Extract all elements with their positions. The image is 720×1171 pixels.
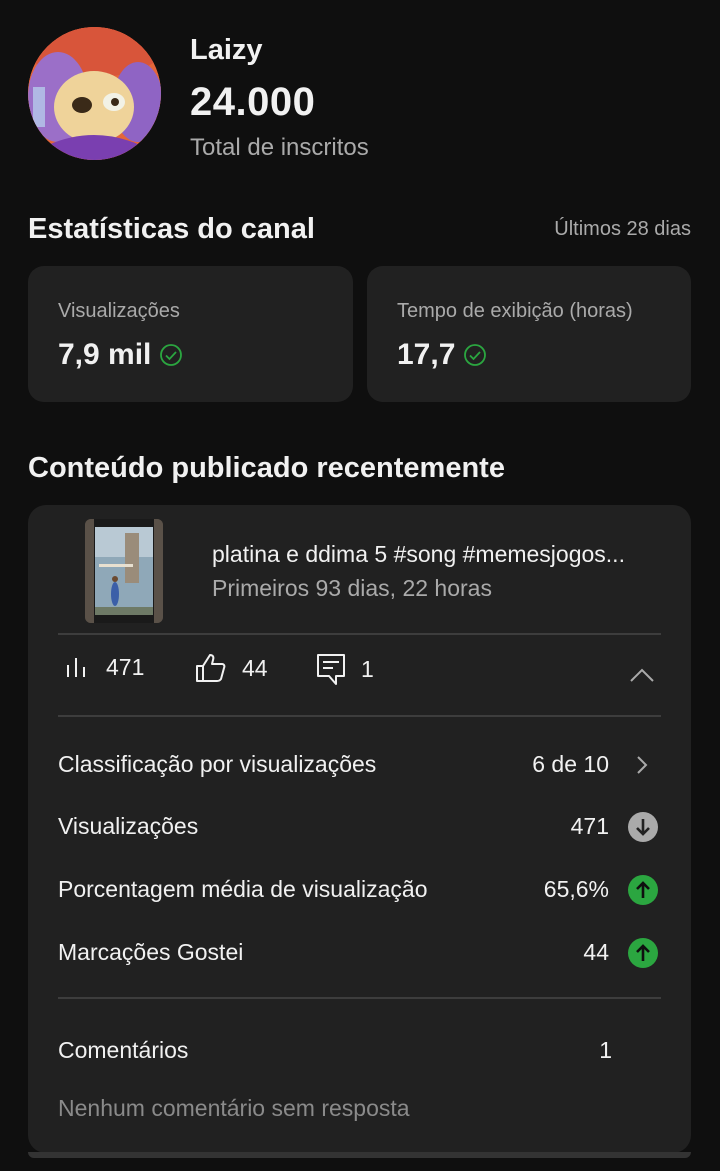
likes-metric: 44	[194, 652, 268, 684]
likes-row: Marcações Gostei 44	[58, 933, 661, 973]
arrow-down-circle-icon	[628, 812, 658, 842]
watch-time-stat-label: Tempo de exibição (horas)	[397, 300, 633, 322]
subscriber-label: Total de inscritos	[190, 134, 369, 161]
recent-title: Conteúdo publicado recentemente	[28, 452, 505, 484]
divider	[58, 997, 661, 999]
watch-time-stat-value: 17,7	[397, 338, 456, 371]
likes-row-label: Marcações Gostei	[58, 939, 244, 965]
avg-view-percentage-row: Porcentagem média de visualização 65,6%	[58, 870, 661, 910]
ranking-value: 6 de 10	[532, 751, 609, 777]
divider	[58, 633, 661, 635]
views-metric: 471	[62, 652, 144, 682]
video-subtitle: Primeiros 93 dias, 22 horas	[212, 575, 492, 601]
avg-view-percentage-label: Porcentagem média de visualização	[58, 876, 428, 902]
stats-period: Últimos 28 dias	[554, 218, 691, 240]
channel-avatar[interactable]	[28, 27, 161, 160]
channel-name: Laizy	[190, 34, 263, 66]
views-stat-card[interactable]: Visualizações 7,9 mil	[28, 266, 353, 402]
views-stat-value: 7,9 mil	[58, 338, 152, 371]
views-stat-label: Visualizações	[58, 300, 180, 322]
comments-metric: 1	[315, 652, 374, 686]
ranking-label: Classificação por visualizações	[58, 751, 377, 777]
arrow-up-circle-icon	[628, 875, 658, 905]
comments-value: 1	[599, 1037, 612, 1063]
check-circle-icon	[160, 344, 183, 366]
stats-title: Estatísticas do canal	[28, 213, 315, 245]
comments-label[interactable]: Comentários	[58, 1037, 188, 1064]
arrow-up-circle-icon	[628, 938, 658, 968]
video-thumbnail[interactable]	[85, 519, 163, 623]
views-stat-value-row: 7,9 mil	[58, 338, 183, 372]
bar-chart-icon	[67, 658, 85, 677]
comment-icon	[317, 654, 345, 685]
views-metric-value: 471	[106, 653, 145, 680]
thumbs-up-icon	[196, 654, 226, 682]
likes-row-value: 44	[583, 939, 609, 965]
ranking-row[interactable]: Classificação por visualizações 6 de 10	[58, 745, 661, 785]
chevron-up-icon[interactable]	[629, 667, 655, 683]
watch-time-stat-value-row: 17,7	[397, 338, 487, 372]
subscriber-count: 24.000	[190, 80, 316, 124]
card-bottom-edge	[28, 1152, 691, 1158]
recent-video-card: platina e ddima 5 #song #memesjogos... P…	[28, 505, 691, 1153]
check-circle-icon	[464, 344, 487, 366]
likes-metric-value: 44	[242, 654, 268, 681]
watch-time-stat-card[interactable]: Tempo de exibição (horas) 17,7	[367, 266, 691, 402]
avg-view-percentage-value: 65,6%	[543, 876, 609, 902]
video-title[interactable]: platina e ddima 5 #song #memesjogos...	[212, 541, 672, 568]
divider	[58, 715, 661, 717]
no-reply-text: Nenhum comentário sem resposta	[58, 1095, 410, 1121]
chevron-right-icon	[637, 756, 648, 774]
comments-metric-value: 1	[361, 655, 374, 682]
views-row-value: 471	[570, 813, 609, 839]
views-row-label: Visualizações	[58, 813, 199, 839]
views-row: Visualizações 471	[58, 807, 661, 847]
